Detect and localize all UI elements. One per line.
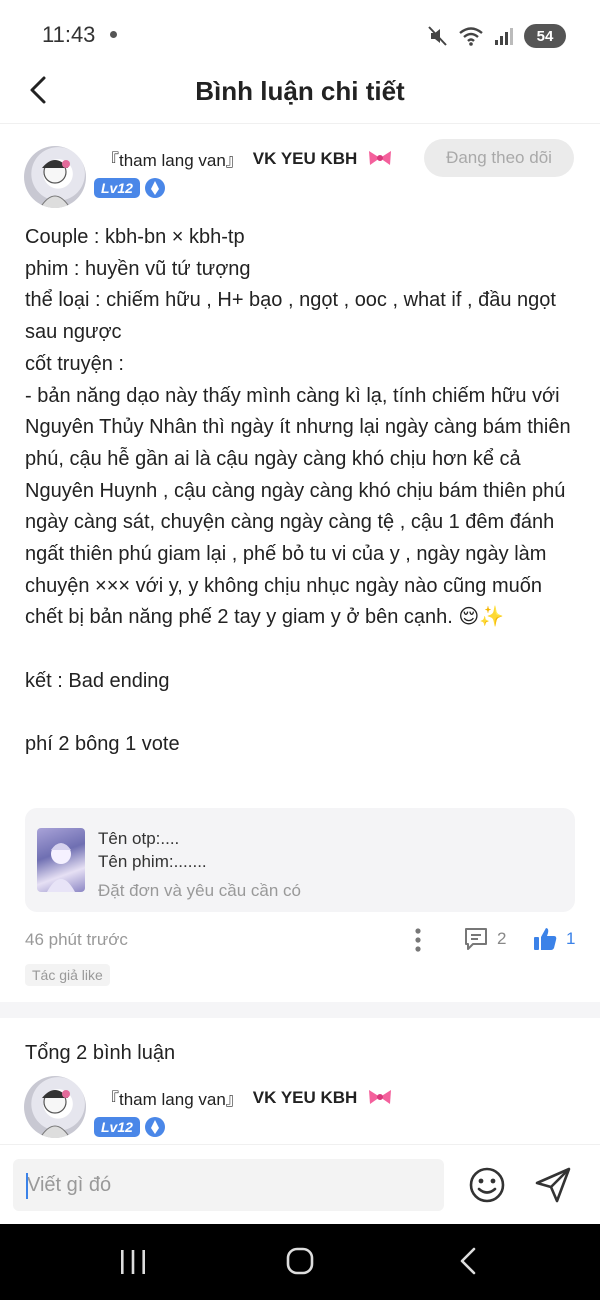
comment-count: 2 (497, 929, 507, 948)
post-body: Couple : kbh-bn × kbh-tp phim : huyền vũ… (25, 226, 571, 756)
page-title: Bình luận chi tiết (195, 76, 405, 106)
verified-badge-icon (145, 178, 165, 198)
signal-icon (495, 28, 513, 45)
comment-item[interactable]: 『tham lang van』 VK YEU KBH Lv12 (0, 1066, 600, 1144)
comment-author-title-text: VK YEU KBH (252, 1087, 358, 1107)
post-time: 46 phút trước (25, 930, 128, 949)
comment-level-badge: Lv12 (94, 1117, 140, 1137)
like-count: 1 (566, 929, 576, 948)
top-nav: Bình luận chi tiết (0, 62, 600, 124)
level-badge: Lv12 (94, 178, 140, 198)
thumbs-up-icon (534, 928, 557, 950)
comment-author-name: 『tham lang van』 (102, 1090, 243, 1109)
ribbon-bow-icon (369, 1089, 392, 1104)
like-button[interactable]: 1 (532, 926, 575, 952)
notification-dot-icon (110, 31, 117, 38)
author-name: 『tham lang van』 (102, 151, 243, 170)
system-nav-bar (0, 1224, 600, 1300)
home-icon[interactable] (285, 1246, 315, 1276)
emoji-icon[interactable] (467, 1165, 507, 1205)
recent-apps-icon[interactable] (118, 1248, 148, 1276)
compose-bar (0, 1144, 600, 1224)
avatar[interactable] (24, 146, 86, 208)
author-liked-tag: Tác giả like (25, 964, 110, 986)
author-title-text: VK YEU KBH (252, 148, 358, 168)
card-description: Đặt đơn và yêu cầu cần có (98, 881, 301, 900)
request-card[interactable]: Tên otp:.... Tên phim:....... Đặt đơn và… (25, 808, 575, 912)
card-film-line: Tên phim:....... (98, 852, 207, 871)
comment-avatar[interactable] (24, 1076, 86, 1138)
status-time: 11:43 (42, 22, 96, 47)
avatar-image (39, 160, 71, 208)
comment-button[interactable]: 2 (463, 926, 506, 952)
comment-input[interactable] (13, 1159, 444, 1211)
comments-total: Tổng 2 bình luận (25, 1042, 176, 1064)
status-bar: 11:43 54 (0, 0, 600, 70)
more-vertical-icon[interactable] (410, 926, 426, 954)
section-divider (0, 1002, 600, 1018)
following-button[interactable]: Đang theo dõi (424, 139, 574, 177)
card-otp-line: Tên otp:.... (98, 829, 180, 848)
card-thumbnail (37, 828, 85, 892)
status-icons: 54 (428, 22, 566, 50)
avatar-image (39, 1090, 71, 1138)
post-meta-row: 46 phút trước 2 1 (25, 920, 575, 960)
ribbon-bow-icon (369, 150, 392, 165)
send-icon[interactable] (533, 1165, 573, 1205)
username[interactable]: 『tham lang van』 VK YEU KBH (102, 146, 393, 171)
wifi-icon (459, 27, 483, 46)
back-nav-icon[interactable] (455, 1246, 481, 1276)
mute-icon (428, 26, 447, 46)
comment-username[interactable]: 『tham lang van』 VK YEU KBH (102, 1085, 393, 1110)
verified-badge-icon (145, 1117, 165, 1137)
thumbnail-image (47, 843, 75, 892)
text-cursor (26, 1173, 28, 1199)
comment-icon (465, 928, 487, 950)
battery-indicator: 54 (524, 24, 566, 48)
